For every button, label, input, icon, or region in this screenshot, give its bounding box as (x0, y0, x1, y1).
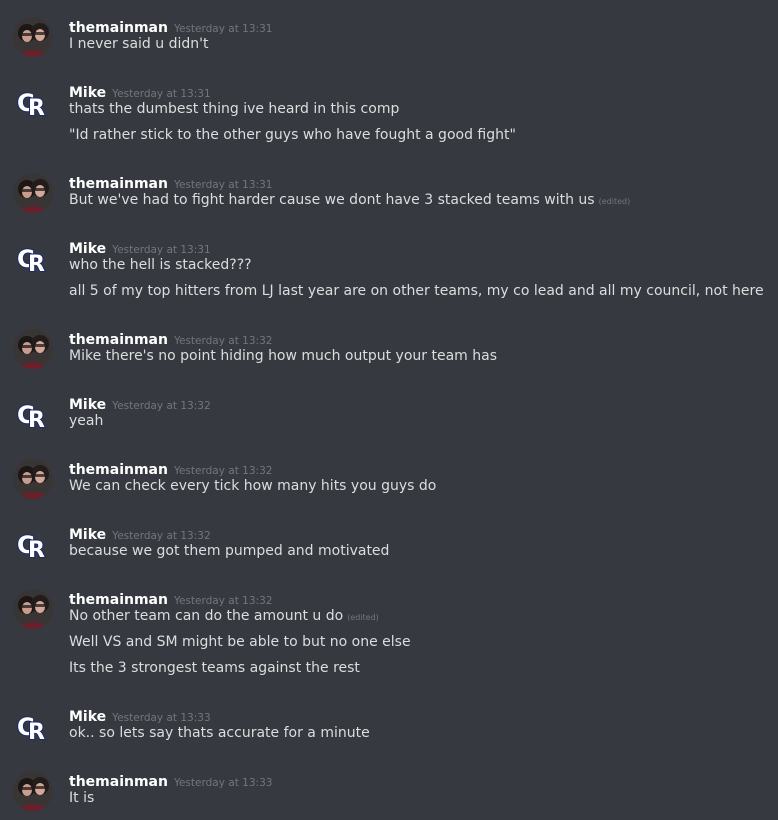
message-text: Its the 3 strongest teams against the re… (69, 657, 360, 679)
message-text: all 5 of my top hitters from LJ last yea… (69, 280, 764, 302)
message-text: ok.. so lets say thats accurate for a mi… (69, 722, 370, 744)
message-content: thats the dumbest thing ive heard in thi… (69, 101, 400, 117)
message-text: because we got them pumped and motivated (69, 540, 389, 562)
message-group: C R Mike Yesterday at 13:31 who the hell is … (0, 238, 778, 310)
message-text: I never said u didn't (69, 33, 208, 55)
message-group: C R Mike Yesterday at 13:32 yeah (0, 394, 778, 440)
user-photo-avatar[interactable] (13, 589, 53, 629)
timestamp: Yesterday at 13:32 (112, 400, 211, 412)
message-group: themainman Yesterday at 13:32 No other tea… (0, 589, 778, 687)
edited-label: (edited) (347, 613, 379, 622)
message-group: themainman Yesterday at 13:32 Mike there's… (0, 329, 778, 375)
message-content: But we've had to fight harder cause we d… (69, 192, 595, 208)
user-photo-avatar[interactable] (13, 17, 53, 57)
chat-messages: themainman Yesterday at 13:31 I never said… (0, 0, 778, 820)
user-photo-avatar[interactable] (13, 459, 53, 499)
message-content: I never said u didn't (69, 36, 209, 52)
message-header: themainman Yesterday at 13:33 (69, 771, 272, 791)
message-text: yeah (69, 410, 103, 432)
svg-text:R: R (28, 252, 45, 277)
message-content: Its the 3 strongest teams against the re… (69, 660, 360, 676)
user-photo-avatar[interactable] (13, 173, 53, 213)
cr-logo-avatar[interactable]: CR (13, 524, 53, 564)
message-group: C R Mike Yesterday at 13:31 thats the dumbes… (0, 82, 778, 154)
message-text: But we've had to fight harder cause we d… (69, 189, 630, 211)
cr-logo-avatar[interactable]: CR (13, 82, 53, 122)
message-content: "Id rather stick to the other guys who h… (69, 127, 516, 143)
cr-logo-avatar[interactable]: CR (13, 394, 53, 434)
user-photo-avatar[interactable] (13, 771, 53, 811)
message-content: Well VS and SM might be able to but no o… (69, 634, 411, 650)
user-photo-avatar[interactable] (13, 329, 53, 369)
message-content: ok.. so lets say thats accurate for a mi… (69, 725, 370, 741)
cr-logo-avatar[interactable]: CR (13, 238, 53, 278)
message-group: themainman Yesterday at 13:31 I never said… (0, 17, 778, 63)
message-content: because we got them pumped and motivated (69, 543, 390, 559)
message-text: thats the dumbest thing ive heard in thi… (69, 98, 399, 120)
message-content: No other team can do the amount u do (69, 608, 344, 624)
message-group: C R Mike Yesterday at 13:33 ok.. so lets say… (0, 706, 778, 752)
message-group: themainman Yesterday at 13:33 It is (0, 771, 778, 817)
message-group: themainman Yesterday at 13:32 We can check… (0, 459, 778, 505)
edited-label: (edited) (598, 197, 631, 206)
svg-text:R: R (28, 408, 45, 433)
message-content: all 5 of my top hitters from LJ last yea… (69, 283, 764, 299)
message-text: "Id rather stick to the other guys who h… (69, 124, 516, 146)
message-text: Mike there's no point hiding how much ou… (69, 345, 497, 367)
message-text: We can check every tick how many hits yo… (69, 475, 436, 497)
message-group: C R Mike Yesterday at 13:32 because we got t… (0, 524, 778, 570)
message-content: It is (69, 790, 95, 806)
message-text: who the hell is stacked??? (69, 254, 252, 276)
message-content: who the hell is stacked??? (69, 257, 252, 273)
svg-text:R: R (28, 720, 45, 745)
cr-logo-avatar[interactable]: CR (13, 706, 53, 746)
message-content: yeah (69, 413, 104, 429)
svg-text:R: R (28, 96, 45, 121)
message-content: Mike there's no point hiding how much ou… (69, 348, 498, 364)
message-text: Well VS and SM might be able to but no o… (69, 631, 411, 653)
message-content: We can check every tick how many hits yo… (69, 478, 437, 494)
message-text: It is (69, 787, 94, 809)
message-text: No other team can do the amount u do (edi… (69, 605, 379, 627)
message-group: themainman Yesterday at 13:31 But we've ha… (0, 173, 778, 219)
timestamp: Yesterday at 13:33 (173, 777, 273, 789)
svg-text:R: R (28, 538, 45, 563)
